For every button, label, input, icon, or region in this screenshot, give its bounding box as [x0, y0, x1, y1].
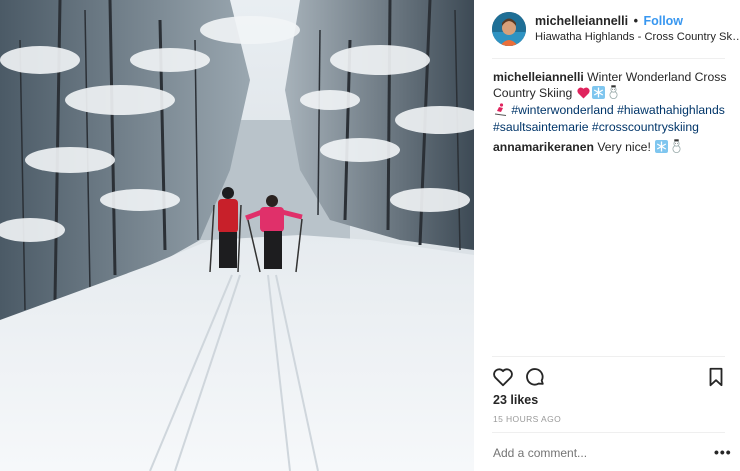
post-photo[interactable]	[0, 0, 474, 471]
caption-username[interactable]: michelleiannelli	[493, 70, 584, 84]
comment-item: annamarikeranen Very nice!	[493, 139, 729, 157]
heart-outline-icon[interactable]	[492, 366, 514, 388]
more-options-icon[interactable]: •••	[714, 444, 732, 460]
likes-count[interactable]: 23 likes	[493, 393, 538, 407]
avatar[interactable]	[492, 12, 526, 46]
comment-bubble-icon[interactable]	[524, 366, 546, 388]
snowflake-emoji	[591, 86, 605, 103]
divider	[492, 356, 725, 357]
winter-scene-image	[0, 0, 474, 471]
post-details-panel: michelleiannelli • Follow Hiawatha Highl…	[474, 0, 740, 471]
follow-button[interactable]: Follow	[643, 14, 683, 28]
hashtag-link[interactable]: #saultsaintemarie	[493, 120, 589, 134]
snowman-emoji	[670, 139, 683, 157]
post-timestamp[interactable]: 15 HOURS AGO	[493, 414, 561, 424]
divider	[492, 58, 725, 59]
caption: michelleiannelli Winter Wonderland Cross…	[493, 70, 729, 135]
header-separator: •	[633, 14, 638, 28]
comment-username[interactable]: annamarikeranen	[493, 140, 594, 154]
divider	[492, 432, 725, 433]
bookmark-outline-icon[interactable]	[705, 366, 727, 388]
post-header: michelleiannelli • Follow Hiawatha Highl…	[492, 12, 740, 46]
snowman-emoji	[607, 85, 620, 103]
red-heart-emoji	[577, 87, 590, 103]
skier-emoji	[494, 103, 507, 120]
comments-section: michelleiannelli Winter Wonderland Cross…	[493, 70, 729, 161]
header-username[interactable]: michelleiannelli	[535, 14, 628, 28]
hashtag-link[interactable]: #hiawathahighlands	[617, 103, 725, 117]
header-user-row: michelleiannelli • Follow	[535, 14, 683, 28]
post-actions	[492, 366, 725, 388]
comment-text: Very nice!	[597, 140, 651, 154]
snowflake-emoji	[655, 140, 669, 157]
hashtag-link[interactable]: #winterwonderland	[511, 103, 613, 117]
hashtag-link[interactable]: #crosscountryskiing	[592, 120, 699, 134]
add-comment-input[interactable]	[493, 446, 693, 460]
location-link[interactable]: Hiawatha Highlands - Cross Country Skiin…	[535, 31, 740, 43]
